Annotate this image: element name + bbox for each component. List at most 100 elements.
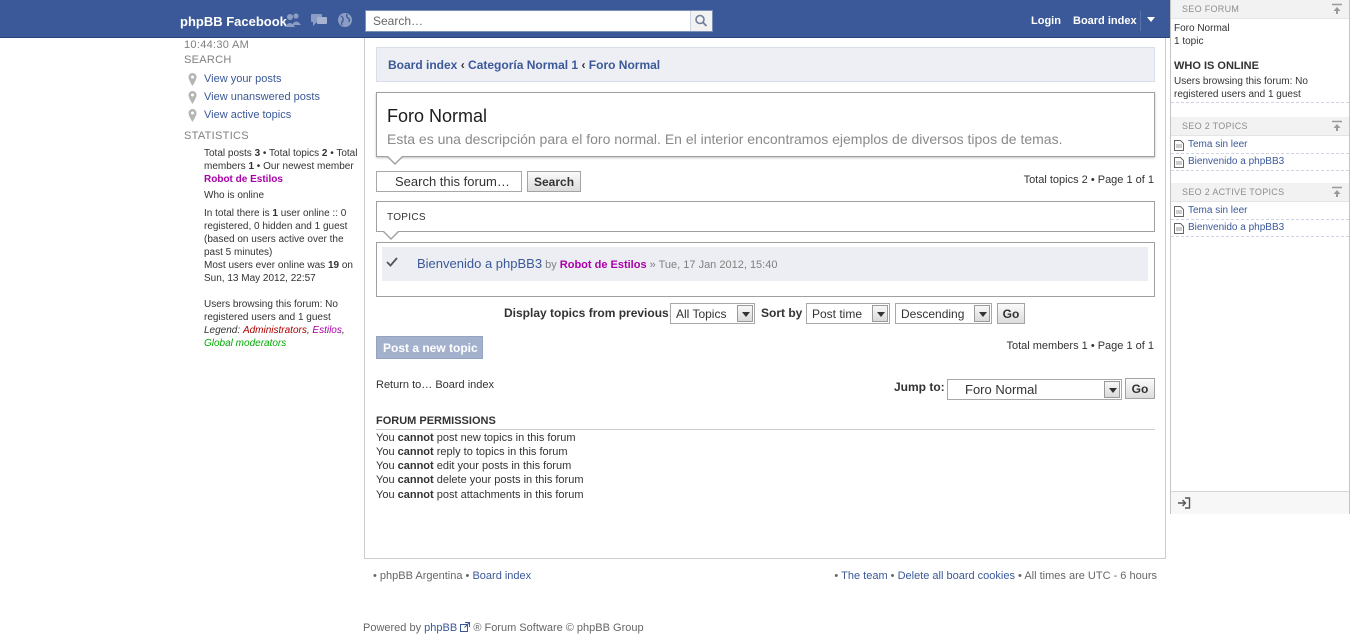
sort-by-label: Sort by xyxy=(761,306,803,320)
jump-to-label: Jump to: xyxy=(894,380,945,394)
topic-date: » Tue, 17 Jan 2012, 15:40 xyxy=(649,259,778,271)
forum-header: Foro Normal Esta es una descripción para… xyxy=(376,92,1155,165)
legend-global-moderators-link[interactable]: Global moderators xyxy=(204,338,286,349)
brand-title[interactable]: phpBB Facebook xyxy=(180,14,287,29)
read-check-icon xyxy=(386,257,398,267)
topic-author-link[interactable]: Robot de Estilos xyxy=(560,259,647,271)
pagination-bottom: Total members 1 • Page 1 of 1 xyxy=(1006,340,1154,352)
jump-to-select[interactable]: Foro Normal xyxy=(947,379,1122,400)
permission-line: You cannot delete your posts in this for… xyxy=(376,474,584,486)
forum-permissions-title: FORUM PERMISSIONS xyxy=(376,415,1155,430)
legend-administrators-link[interactable]: Administrators xyxy=(243,325,307,336)
document-icon xyxy=(1174,140,1184,151)
friends-icon[interactable] xyxy=(284,12,302,28)
divider xyxy=(1171,236,1349,237)
forum-search-input[interactable] xyxy=(376,171,522,192)
login-arrow-icon[interactable] xyxy=(1177,497,1191,509)
permission-line: You cannot post attachments in this foru… xyxy=(376,489,584,501)
collapse-icon[interactable] xyxy=(1331,3,1343,15)
stats-totals: Total posts 3 • Total topics 2 • Total m… xyxy=(204,148,358,185)
topic-row[interactable]: Bienvenido a phpBB3 by Robot de Estilos … xyxy=(382,247,1148,281)
breadcrumb: Board index ‹ Categoría Normal 1 ‹ Foro … xyxy=(388,58,661,72)
global-search xyxy=(365,10,713,32)
return-board-index-link[interactable]: Board index xyxy=(435,379,494,391)
topics-label: TOPICS xyxy=(387,212,426,223)
chevron-down-icon xyxy=(737,305,753,322)
powered-by: Powered by phpBB ® Forum Software © phpB… xyxy=(363,622,644,634)
pagination-top: Total topics 2 • Page 1 of 1 xyxy=(1023,174,1154,186)
footer-team-link[interactable]: The team xyxy=(841,570,887,582)
breadcrumb-bar: Board index ‹ Categoría Normal 1 ‹ Foro … xyxy=(376,47,1155,82)
display-topics-label: Display topics from previous: xyxy=(504,306,673,320)
breadcrumb-category[interactable]: Categoría Normal 1 xyxy=(468,58,578,72)
footer-left: • phpBB Argentina • Board index xyxy=(373,570,532,582)
location-pin-icon xyxy=(188,91,197,104)
sort-order-select[interactable]: Descending xyxy=(895,303,992,324)
forum-search-button[interactable]: Search xyxy=(527,171,582,192)
divider xyxy=(1171,219,1349,220)
external-link-icon xyxy=(460,622,471,632)
topics-notch xyxy=(383,231,399,240)
global-search-input[interactable] xyxy=(366,11,691,31)
display-topics-select[interactable]: All Topics xyxy=(670,303,755,324)
who-is-online-label: Who is online xyxy=(204,190,265,201)
statistics-heading: STATISTICS xyxy=(184,130,249,142)
document-icon xyxy=(1174,157,1184,168)
permission-line: You cannot post new topics in this forum xyxy=(376,432,576,444)
statistics-block: Total posts 3 • Total topics 2 • Total m… xyxy=(204,147,362,350)
permission-line: You cannot edit your posts in this forum xyxy=(376,460,572,472)
dropdown-arrow-icon[interactable] xyxy=(1147,17,1155,22)
link-label[interactable]: View your posts xyxy=(204,73,281,85)
jump-go-button[interactable]: Go xyxy=(1125,378,1155,399)
header-notch xyxy=(387,156,403,165)
phpbb-link[interactable]: phpBB xyxy=(424,622,457,634)
chevron-down-icon xyxy=(1104,381,1120,398)
board-index-link[interactable]: Board index xyxy=(1073,15,1137,27)
link-label[interactable]: View active topics xyxy=(204,109,291,121)
collapse-icon[interactable] xyxy=(1331,120,1343,132)
permission-line: You cannot reply to topics in this forum xyxy=(376,446,568,458)
messages-icon[interactable] xyxy=(310,12,328,28)
footer-right: • The team • Delete all board cookies • … xyxy=(834,570,1157,582)
newest-member-link[interactable]: Robot de Estilos xyxy=(204,174,283,185)
footer-delete-cookies-link[interactable]: Delete all board cookies xyxy=(898,570,1015,582)
seo-forum-header: SEO FORUM xyxy=(1171,0,1349,19)
breadcrumb-forum[interactable]: Foro Normal xyxy=(589,58,660,72)
forum-description: Esta es una descripción para el foro nor… xyxy=(387,131,1063,147)
main-content: Board index ‹ Categoría Normal 1 ‹ Foro … xyxy=(364,38,1166,559)
sb-forum-name[interactable]: Foro Normal xyxy=(1174,22,1230,35)
topic-line: Bienvenido a phpBB3 by Robot de Estilos … xyxy=(417,256,778,271)
who-is-online-heading: WHO IS ONLINE xyxy=(1174,60,1259,72)
topics-header: TOPICS xyxy=(376,201,1155,240)
global-search-button[interactable] xyxy=(690,11,712,31)
seo-topics-header: SEO 2 TOPICS xyxy=(1171,117,1349,136)
right-sidebar: SEO FORUM Foro Normal 1 topic WHO IS ONL… xyxy=(1170,0,1350,514)
sort-bar: Display topics from previous: All Topics… xyxy=(504,302,1064,324)
magnifier-icon xyxy=(695,14,708,27)
sort-go-button[interactable]: Go xyxy=(997,303,1025,324)
return-to: Return to… Board index xyxy=(376,379,495,391)
seo-active-topics-header: SEO 2 ACTIVE TOPICS xyxy=(1171,183,1349,202)
top-bar: phpBB Facebook Login Board index xyxy=(0,0,1170,38)
link-label[interactable]: View unanswered posts xyxy=(204,91,320,103)
breadcrumb-board-index[interactable]: Board index xyxy=(388,58,457,72)
globe-icon[interactable] xyxy=(336,12,354,28)
post-new-topic-button[interactable]: Post a new topic xyxy=(376,336,483,359)
seo-active-topics-heading: SEO 2 ACTIVE TOPICS xyxy=(1182,187,1285,197)
collapse-icon[interactable] xyxy=(1331,186,1343,198)
location-pin-icon xyxy=(188,109,197,122)
search-heading: SEARCH xyxy=(184,54,232,66)
legend-estilos-link[interactable]: Estilos xyxy=(312,325,341,336)
chevron-down-icon xyxy=(974,305,990,322)
seo-topics-heading: SEO 2 TOPICS xyxy=(1182,121,1248,131)
legend: Legend: Administrators, Estilos, Global … xyxy=(204,325,345,349)
topic-list: Bienvenido a phpBB3 by Robot de Estilos … xyxy=(376,242,1155,297)
sort-by-select[interactable]: Post time xyxy=(806,303,890,324)
clock: 10:44:30 AM xyxy=(184,39,250,51)
footer-board-index-link[interactable]: Board index xyxy=(472,570,531,582)
forum-title: Foro Normal xyxy=(387,106,488,126)
chevron-down-icon xyxy=(872,305,888,322)
topic-title-link[interactable]: Bienvenido a phpBB3 xyxy=(417,256,542,271)
sb-forum-topics: 1 topic xyxy=(1174,36,1204,47)
login-link[interactable]: Login xyxy=(1031,15,1061,27)
